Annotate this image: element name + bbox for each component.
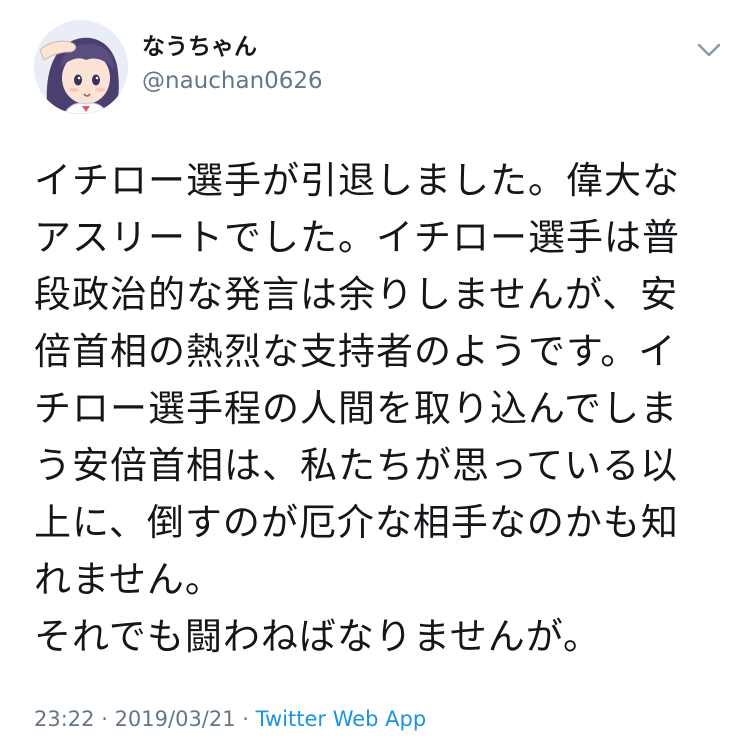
tweet-text-line: アスリートでした。イチロー選手は普 [34, 216, 680, 259]
tweet-time[interactable]: 23:22 [34, 707, 95, 731]
tweet: なうちゃん @nauchan0626 イチロー選手が引退しました。偉大な アスリ… [0, 0, 750, 756]
tweet-source-link[interactable]: Twitter Web App [256, 707, 427, 731]
tweet-text-line: 倍首相の熱烈な支持者のようです。イ [34, 330, 677, 373]
tweet-text: イチロー選手が引退しました。偉大な アスリートでした。イチロー選手は普 段政治的… [34, 152, 724, 665]
display-name[interactable]: なうちゃん [142, 32, 323, 62]
chevron-down-icon[interactable] [694, 38, 724, 62]
meta-separator: · [235, 707, 256, 731]
tweet-text-line: 段政治的な発言は余りしませんが、安 [34, 273, 679, 316]
avatar[interactable] [34, 20, 128, 114]
meta-separator: · [94, 707, 115, 731]
tweet-meta: 23:22 · 2019/03/21 · Twitter Web App [34, 704, 426, 734]
tweet-text-line: イチロー選手が引退しました。偉大な [34, 159, 680, 202]
tweet-date[interactable]: 2019/03/21 [115, 707, 236, 731]
tweet-text-line: 上に、倒すのが厄介な相手なのかも知 [34, 501, 679, 544]
tweet-text-line: う安倍首相は、私たちが思っている以 [34, 444, 679, 487]
tweet-text-line: チロー選手程の人間を取り込んでしま [34, 387, 679, 430]
tweet-header: なうちゃん @nauchan0626 [34, 20, 724, 114]
user-handle[interactable]: @nauchan0626 [142, 64, 323, 98]
tweet-text-line: それでも闘わねばなりませんが。 [34, 615, 602, 658]
tweet-text-line: れません。 [34, 558, 223, 601]
author-names: なうちゃん @nauchan0626 [142, 32, 323, 98]
